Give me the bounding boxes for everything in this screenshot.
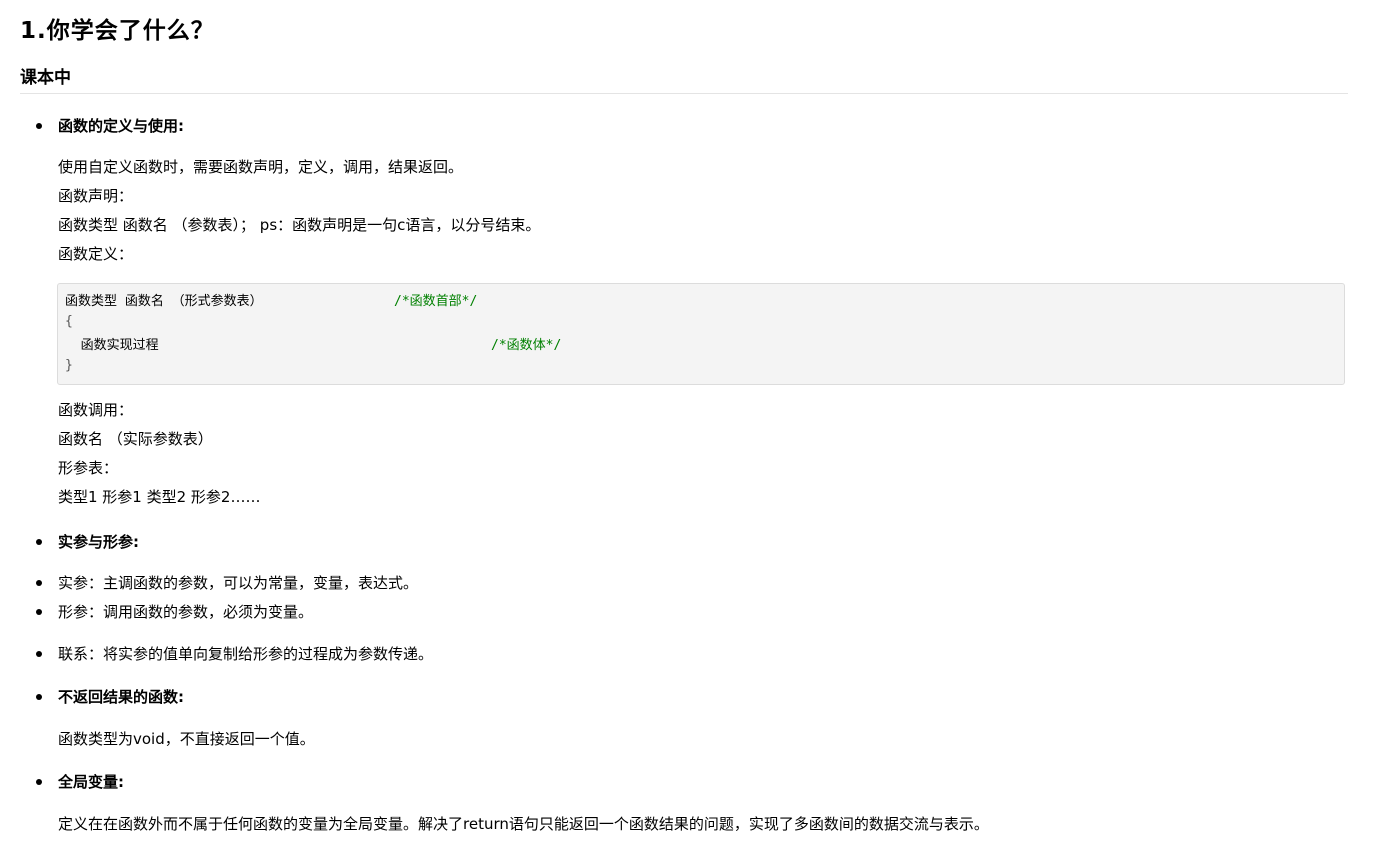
bullet-icon — [36, 694, 42, 700]
list-item-text: 联系：将实参的值单向复制给形参的过程成为参数传递。 — [58, 645, 434, 663]
bullet-icon — [36, 580, 42, 586]
paragraph-line: 函数调用： — [58, 401, 134, 419]
code-comment: /*函数首部*/ — [394, 294, 478, 309]
void-description: 函数类型为void，不直接返回一个值。 — [58, 725, 315, 754]
list-item-title: 函数的定义与使用: — [58, 117, 184, 135]
code-line: { — [65, 314, 73, 329]
paragraph-line: 定义在在函数外而不属于任何函数的变量为全局变量。解决了return语句只能返回一… — [58, 815, 989, 833]
list-item-title: 全局变量: — [58, 773, 124, 791]
paragraph-line: 形参表： — [58, 459, 119, 477]
global-description: 定义在在函数外而不属于任何函数的变量为全局变量。解决了return语句只能返回一… — [58, 810, 989, 839]
title-text: 你学会了什么？ — [46, 18, 215, 44]
paragraph-line: 函数声明： — [58, 187, 134, 205]
function-description: 使用自定义函数时，需要函数声明，定义，调用，结果返回。 函数声明： 函数类型 函… — [58, 153, 540, 269]
bullet-icon — [36, 779, 42, 785]
paragraph-line: 函数类型 函数名 （参数表）； ps：函数声明是一句c语言，以分号结束。 — [58, 216, 541, 234]
code-comment: /*函数体*/ — [491, 338, 562, 353]
paragraph-line: 函数名 （实际参数表） — [58, 430, 213, 448]
code-line: 函数实现过程 — [65, 338, 159, 353]
section-heading: 课本中 — [20, 66, 1348, 94]
list-item-text: 形参：调用函数的参数，必须为变量。 — [58, 603, 314, 621]
bullet-icon — [36, 123, 42, 129]
paragraph-line: 类型1 形参1 类型2 形参2…… — [58, 488, 261, 506]
paragraph-line: 函数定义： — [58, 245, 134, 263]
bullet-icon — [36, 651, 42, 657]
bullet-icon — [36, 539, 42, 545]
code-line: 函数类型 函数名 （形式参数表） — [65, 294, 263, 309]
document-page: 1.你学会了什么？ 课本中 函数的定义与使用: 使用自定义函数时，需要函数声明，… — [0, 0, 1386, 845]
list-item-title: 不返回结果的函数: — [58, 688, 184, 706]
page-title: 1.你学会了什么？ — [20, 14, 215, 48]
code-block: 函数类型 函数名 （形式参数表） /*函数首部*/ { 函数实现过程 /*函数体… — [57, 283, 1345, 385]
title-number: 1. — [20, 18, 47, 44]
code-line: } — [65, 358, 73, 373]
list-item-text: 实参：主调函数的参数，可以为常量，变量，表达式。 — [58, 574, 419, 592]
paragraph-line: 函数类型为void，不直接返回一个值。 — [58, 730, 315, 748]
function-call-description: 函数调用： 函数名 （实际参数表） 形参表： 类型1 形参1 类型2 形参2…… — [58, 396, 260, 512]
paragraph-line: 使用自定义函数时，需要函数声明，定义，调用，结果返回。 — [58, 158, 464, 176]
list-item-title: 实参与形参: — [58, 533, 139, 551]
bullet-icon — [36, 609, 42, 615]
